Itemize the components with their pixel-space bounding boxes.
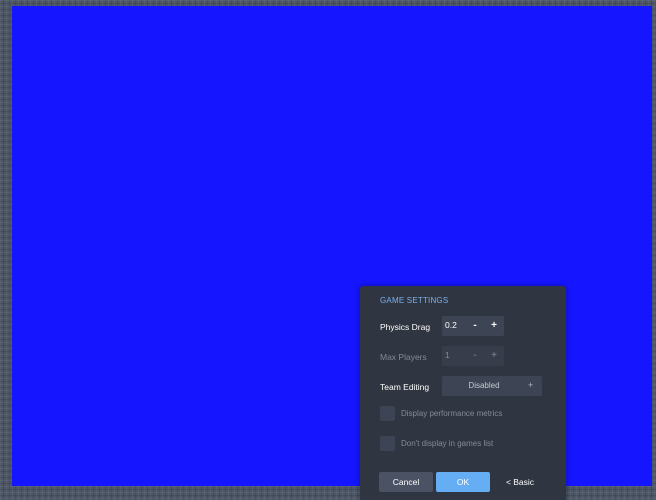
team-editing-label: Team Editing (380, 382, 430, 392)
physics-drag-increment-button[interactable]: + (487, 319, 501, 333)
display-metrics-label: Display performance metrics (401, 409, 503, 418)
physics-drag-stepper: 0.2 - + (442, 316, 504, 336)
max-players-decrement-button: - (473, 350, 477, 361)
max-players-label: Max Players (380, 352, 427, 362)
physics-drag-value[interactable]: 0.2 (445, 320, 457, 330)
panel-title: GAME SETTINGS (380, 296, 449, 305)
max-players-stepper: 1 - + (442, 346, 504, 366)
hide-from-list-checkbox[interactable] (380, 436, 395, 451)
team-editing-dropdown[interactable]: Disabled + (442, 376, 542, 396)
physics-drag-label: Physics Drag (380, 322, 431, 332)
game-settings-panel: GAME SETTINGS Physics Drag 0.2 - + Max P… (360, 286, 566, 500)
plus-icon: + (528, 380, 534, 390)
hide-from-list-label: Don't display in games list (401, 439, 494, 448)
ok-button[interactable]: OK (436, 472, 490, 492)
cancel-button[interactable]: Cancel (379, 472, 433, 492)
team-editing-value: Disabled (468, 381, 500, 390)
display-metrics-checkbox[interactable] (380, 406, 395, 421)
basic-settings-link[interactable]: < Basic (500, 472, 540, 492)
max-players-value: 1 (445, 350, 450, 360)
physics-drag-decrement-button[interactable]: - (468, 319, 482, 333)
max-players-increment-button: + (491, 350, 497, 361)
